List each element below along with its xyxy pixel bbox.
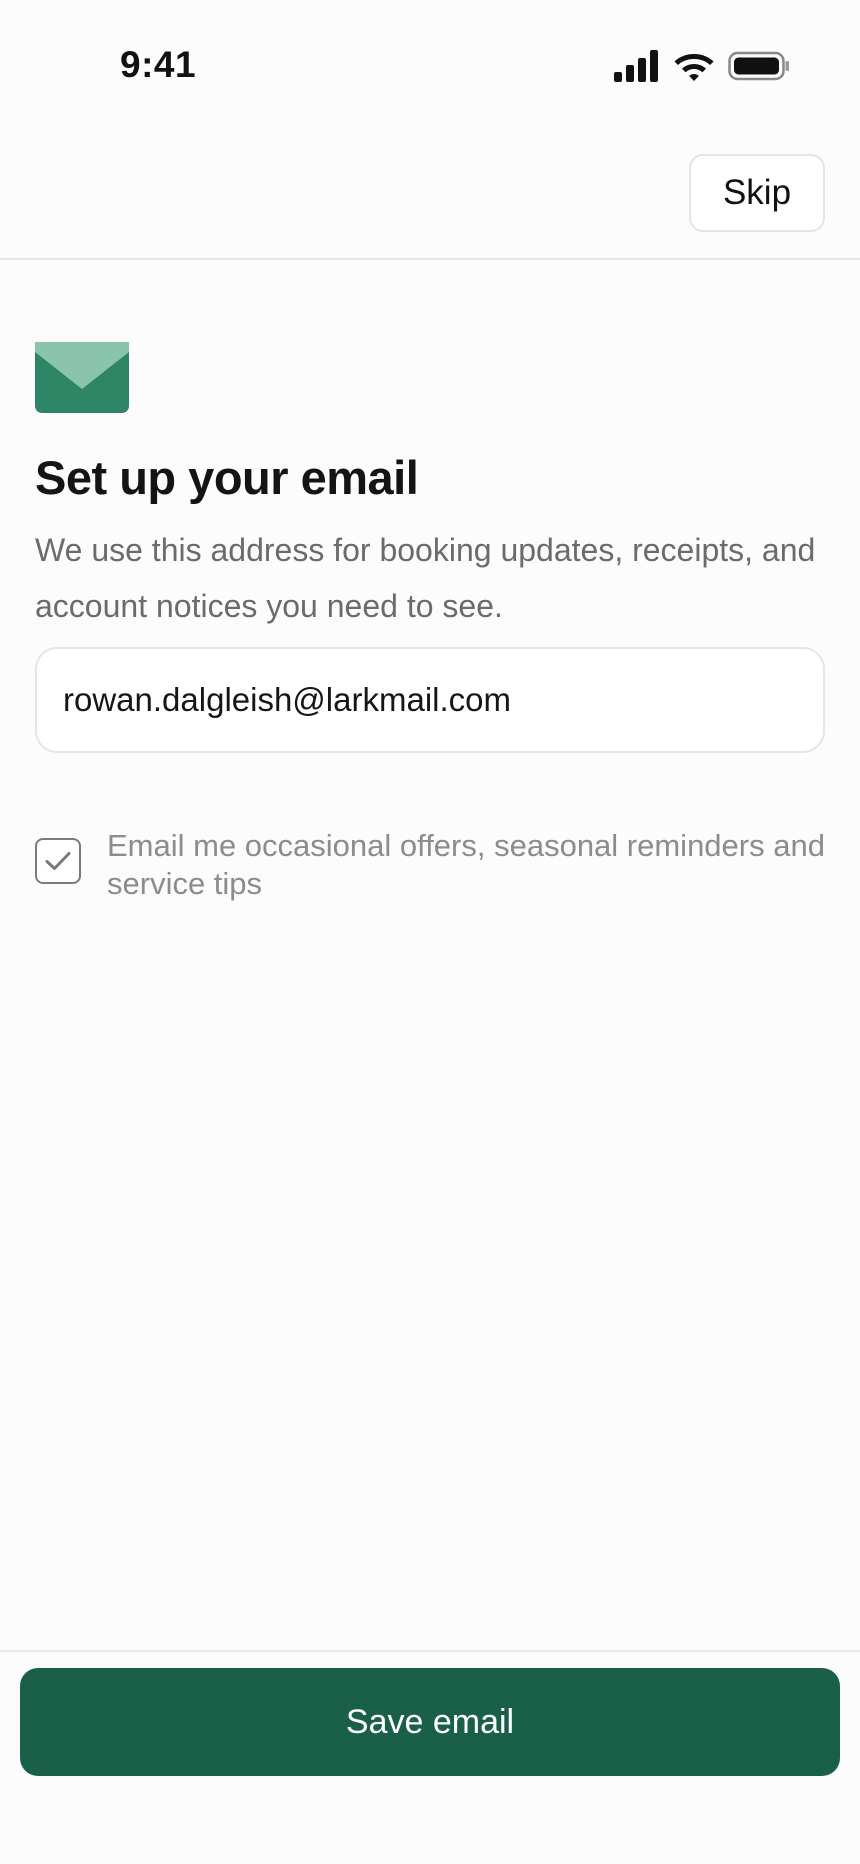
status-bar: 9:41 — [0, 0, 860, 130]
email-input[interactable] — [35, 647, 825, 753]
page-subtitle: We use this address for booking updates,… — [35, 532, 816, 624]
battery-icon — [728, 51, 789, 81]
footer-bar: Save email — [0, 1650, 860, 1864]
marketing-opt-in-checkbox[interactable] — [35, 838, 81, 884]
marketing-opt-in-label: Email me occasional offers, seasonal rem… — [107, 828, 825, 901]
checkmark-icon — [45, 852, 71, 870]
wifi-icon — [674, 54, 714, 81]
status-time: 9:41 — [120, 44, 197, 85]
skip-button[interactable]: Skip — [689, 154, 825, 232]
marketing-consent-row[interactable]: Email me occasional offers, seasonal rem… — [35, 827, 825, 903]
status-icons — [614, 50, 790, 82]
save-email-button[interactable]: Save email — [20, 1668, 840, 1776]
cellular-signal-icon — [614, 50, 658, 82]
top-nav-bar: Skip — [0, 130, 860, 260]
envelope-icon — [35, 342, 129, 413]
page-title: Set up your email — [35, 451, 419, 504]
